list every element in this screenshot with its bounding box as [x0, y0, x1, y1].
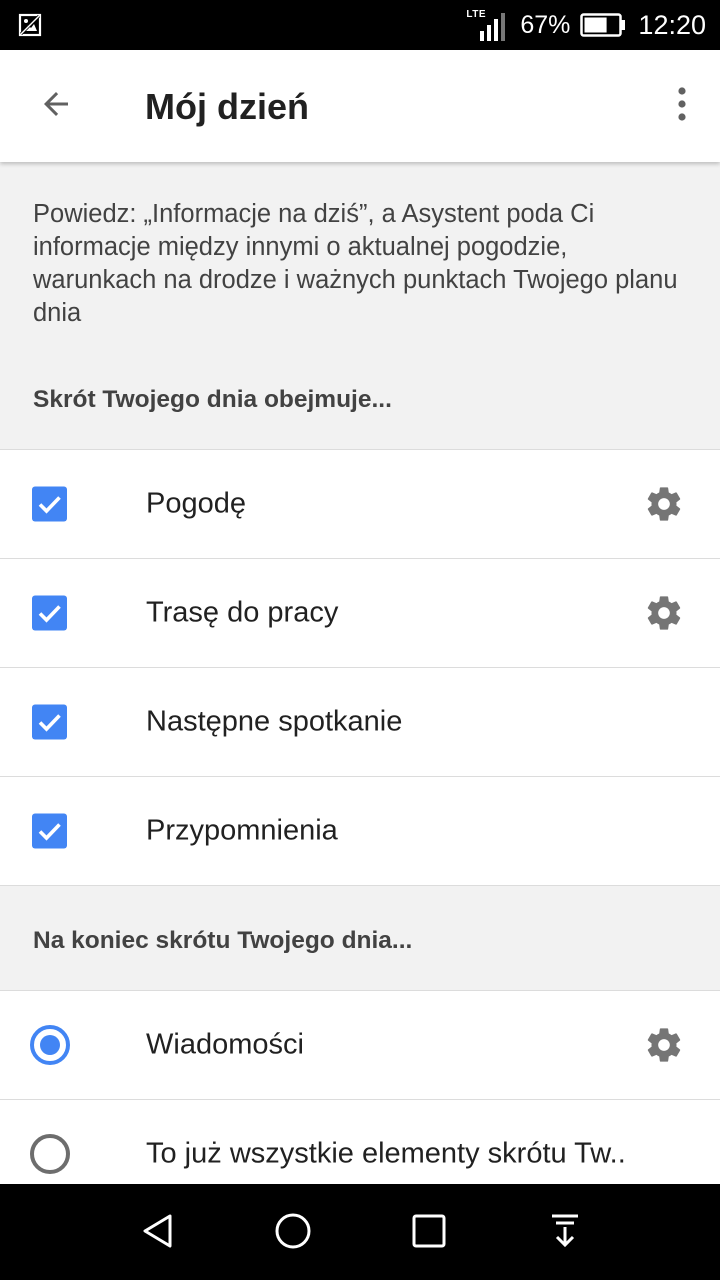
app-bar: Mój dzień: [0, 50, 720, 162]
battery-percent: 67%: [520, 10, 571, 39]
status-bar: LTE 67% 12:20: [0, 0, 720, 50]
checkbox-reminders[interactable]: [32, 813, 67, 849]
list-item-commute[interactable]: Trasę do pracy: [0, 559, 720, 668]
list-item-news[interactable]: Wiadomości: [0, 991, 720, 1100]
item-label: Wiadomości: [146, 1028, 304, 1061]
nav-home-button[interactable]: [268, 1208, 318, 1258]
recents-square-icon: [411, 1213, 447, 1254]
item-label: Przypomnienia: [146, 814, 338, 847]
list-item-next-meeting[interactable]: Następne spotkanie: [0, 668, 720, 777]
gear-icon[interactable]: [644, 593, 684, 633]
item-label: To już wszystkie elementy skrótu Tw..: [146, 1137, 626, 1170]
item-label: Pogodę: [146, 487, 246, 520]
lte-signal-icon: LTE: [466, 7, 510, 43]
checkbox-commute[interactable]: [32, 595, 67, 631]
list-item-reminders[interactable]: Przypomnienia: [0, 777, 720, 886]
item-label: Trasę do pracy: [146, 596, 339, 629]
back-button[interactable]: [28, 78, 84, 134]
page-title: Mój dzień: [145, 86, 309, 127]
radio-news[interactable]: [30, 1025, 70, 1065]
checkbox-next-meeting[interactable]: [32, 704, 67, 740]
notification-pull-icon: [547, 1211, 583, 1256]
list-item-thats-all[interactable]: To już wszystkie elementy skrótu Tw..: [0, 1100, 720, 1184]
arrow-back-icon: [38, 86, 74, 127]
ending-list: Wiadomości To już wszystkie elementy skr…: [0, 990, 720, 1184]
more-vert-icon: [676, 86, 688, 127]
more-options-button[interactable]: [662, 80, 702, 132]
item-label: Następne spotkanie: [146, 705, 403, 738]
includes-list: Pogodę Trasę do pracy Następne spotkanie: [0, 449, 720, 886]
section-header-ending: Na koniec skrótu Twojego dnia...: [33, 927, 413, 954]
nav-notifications-button[interactable]: [540, 1208, 590, 1258]
gear-icon[interactable]: [644, 1025, 684, 1065]
back-triangle-icon: [137, 1211, 177, 1256]
gear-icon[interactable]: [644, 484, 684, 524]
section-header-includes: Skrót Twojego dnia obejmuje...: [33, 386, 392, 413]
list-item-weather[interactable]: Pogodę: [0, 450, 720, 559]
radio-thats-all[interactable]: [30, 1134, 70, 1174]
image-notification-icon: [18, 13, 42, 37]
nav-recents-button[interactable]: [404, 1208, 454, 1258]
description-text: Powiedz: „Informacje na dziś”, a Asysten…: [33, 200, 678, 327]
home-circle-icon: [273, 1211, 313, 1256]
nav-back-button[interactable]: [132, 1208, 182, 1258]
battery-icon: [580, 13, 626, 37]
clock: 12:20: [638, 9, 706, 40]
navigation-bar: [0, 1184, 720, 1280]
checkbox-weather[interactable]: [32, 486, 67, 522]
settings-content[interactable]: Powiedz: „Informacje na dziś”, a Asysten…: [0, 162, 720, 1184]
